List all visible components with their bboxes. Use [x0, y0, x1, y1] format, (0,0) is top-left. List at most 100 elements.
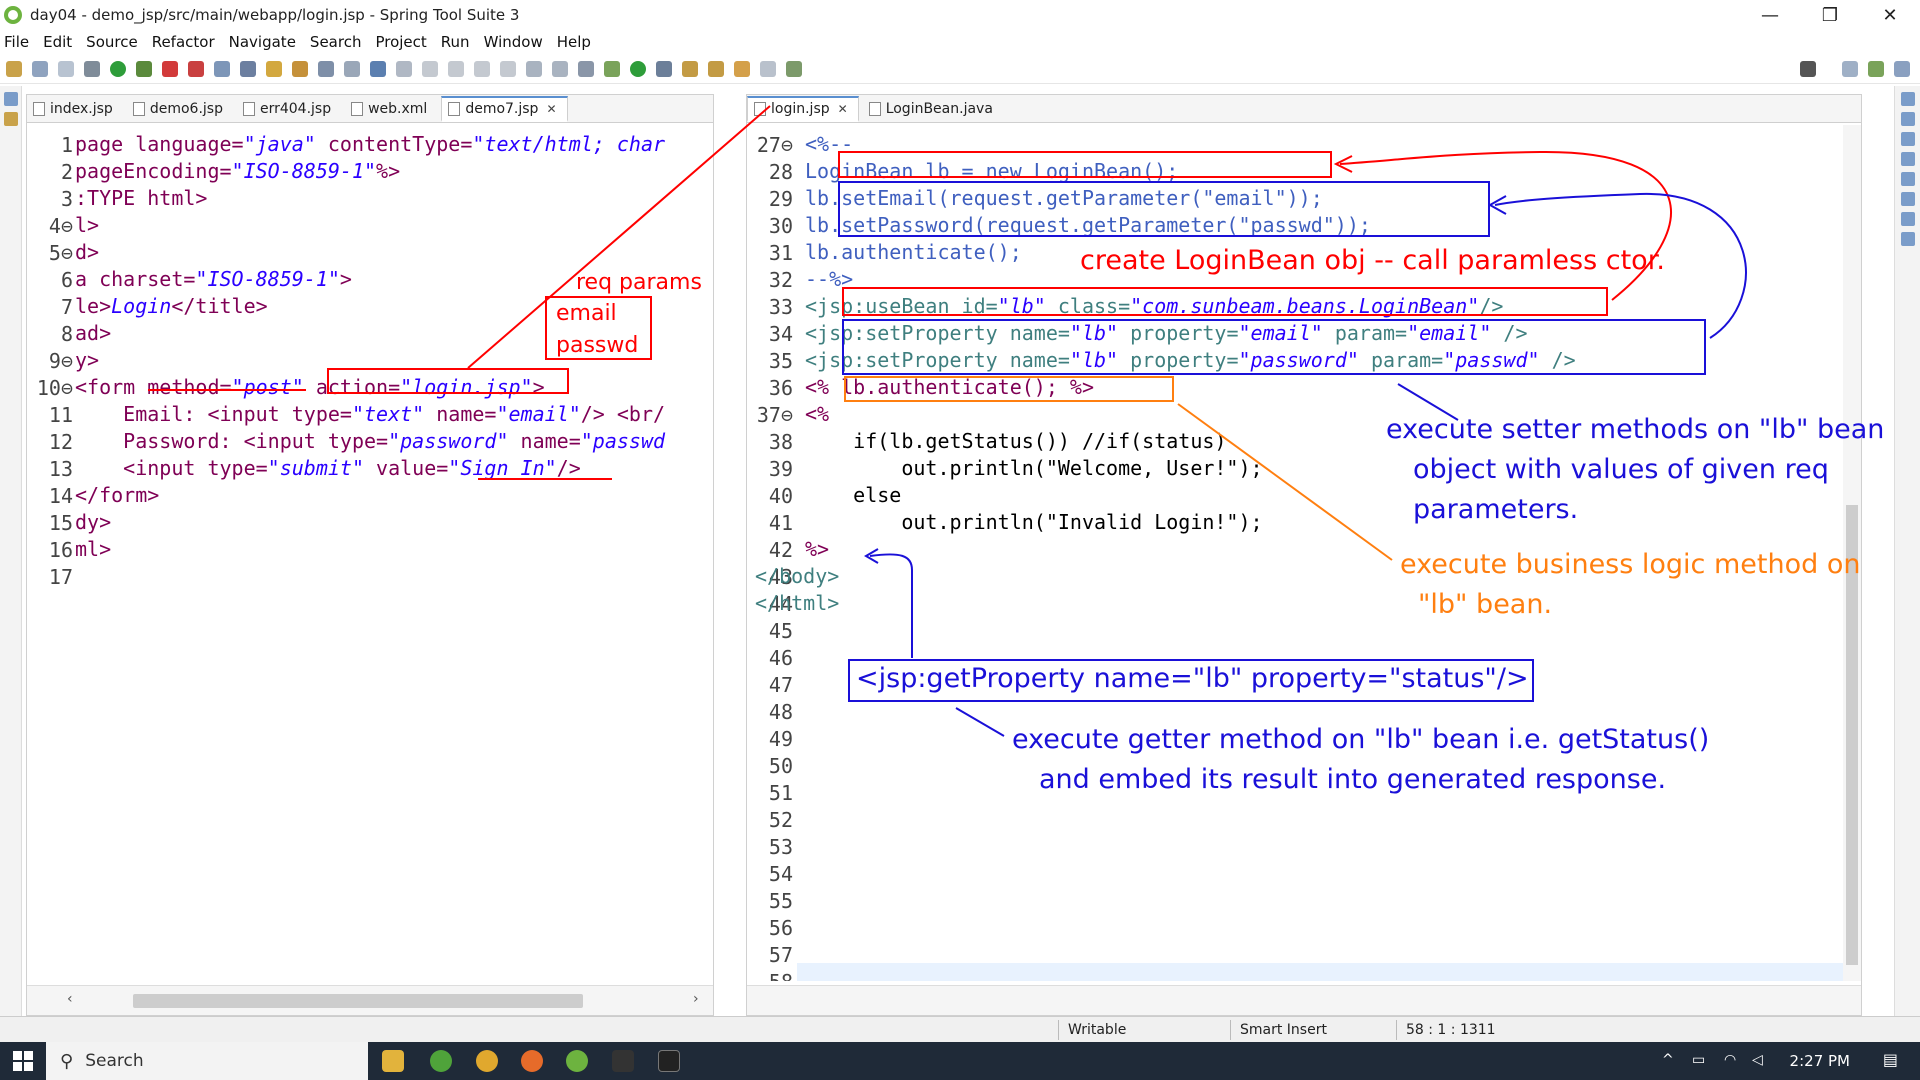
firefox-icon[interactable] [521, 1050, 543, 1072]
minimize-button[interactable]: — [1740, 0, 1800, 30]
line-number: 36 [768, 376, 793, 400]
step-icon[interactable] [422, 60, 438, 77]
settings-icon[interactable] [84, 60, 100, 77]
spring-tool-suite-taskbar-icon[interactable] [566, 1050, 588, 1072]
menu-edit[interactable]: Edit [43, 33, 72, 51]
java-ee-perspective-icon[interactable] [1868, 61, 1884, 77]
close-tab-icon[interactable]: ✕ [838, 102, 848, 116]
spring-icon[interactable] [604, 60, 620, 77]
search-icon[interactable] [1800, 61, 1816, 77]
status-bar: Writable Smart Insert 58 : 1 : 1311 [0, 1016, 1920, 1042]
menu-source[interactable]: Source [86, 33, 138, 51]
server-icon[interactable] [188, 60, 204, 77]
chrome-icon[interactable] [476, 1050, 498, 1072]
console-icon[interactable] [1900, 152, 1915, 166]
prev-annotation-icon[interactable] [708, 60, 724, 77]
search-tool-icon[interactable] [318, 60, 334, 77]
tab-web-xml[interactable]: web.xml [345, 96, 437, 122]
chevron-up-icon[interactable]: ^ [1662, 1052, 1674, 1068]
menu-help[interactable]: Help [557, 33, 591, 51]
tab-err404-jsp[interactable]: err404.jsp [237, 96, 341, 122]
disconnect-icon[interactable] [500, 60, 516, 77]
globe-icon[interactable] [344, 60, 360, 77]
file-explorer-icon[interactable] [382, 1050, 404, 1072]
task-list-icon[interactable] [1900, 112, 1915, 126]
stop-icon[interactable] [162, 60, 178, 77]
terminal-icon[interactable] [370, 60, 386, 77]
boot-dashboard-icon[interactable] [214, 60, 230, 77]
servers-icon[interactable] [1900, 192, 1915, 206]
package-explorer-icon[interactable] [3, 112, 18, 126]
left-horizontal-scrollbar[interactable]: ‹ › [27, 985, 713, 1015]
new-icon[interactable] [6, 60, 22, 77]
outline-icon[interactable] [1900, 92, 1915, 106]
start-button[interactable] [0, 1042, 46, 1080]
close-button[interactable]: ✕ [1860, 0, 1920, 30]
clock[interactable]: 2:27 PM [1790, 1052, 1850, 1070]
scroll-thumb[interactable] [133, 994, 583, 1008]
annotation-create-bean: create LoginBean obj -- call paramless c… [1080, 245, 1665, 276]
resume-icon[interactable] [448, 60, 464, 77]
tab-demo6-jsp[interactable]: demo6.jsp [127, 96, 233, 122]
scroll-right-icon[interactable]: › [693, 991, 699, 1007]
right-horizontal-scrollbar[interactable] [747, 985, 1861, 1015]
step-into-icon[interactable] [526, 60, 542, 77]
menu-project[interactable]: Project [375, 33, 426, 51]
step-over-icon[interactable] [552, 60, 568, 77]
left-code-editor[interactable]: 1 2 3 4⊖ 5⊖ 6 7 8 9⊖ 10⊖ 11 12 13 14 15 16 17 page langu… [27, 125, 713, 981]
save-icon[interactable] [32, 60, 48, 77]
menu-file[interactable]: File [4, 33, 29, 51]
wifi-icon[interactable]: ◠ [1724, 1052, 1736, 1068]
menu-window[interactable]: Window [484, 33, 543, 51]
problems-icon[interactable] [1900, 132, 1915, 146]
code-line: l> [75, 213, 100, 237]
tab-login-jsp[interactable]: login.jsp ✕ [747, 96, 859, 122]
cmd-icon[interactable] [658, 1050, 680, 1072]
perspective-icon[interactable] [1842, 61, 1858, 77]
annotation-getter-line1: execute getter method on "lb" bean i.e. … [1012, 724, 1710, 755]
taskbar-search[interactable]: ⚲ Search [46, 1042, 368, 1080]
sts-icon[interactable] [430, 1050, 452, 1072]
new-class-icon[interactable] [240, 60, 256, 77]
spring-perspective-icon[interactable] [1894, 61, 1910, 77]
menu-run[interactable]: Run [441, 33, 470, 51]
menu-search[interactable]: Search [310, 33, 362, 51]
properties-icon[interactable] [1900, 172, 1915, 186]
notifications-icon[interactable]: ▤ [1883, 1050, 1898, 1069]
terminal-app-icon[interactable] [612, 1050, 634, 1072]
pause-icon[interactable] [474, 60, 490, 77]
open-folder-icon[interactable] [266, 60, 282, 77]
menu-refactor[interactable]: Refactor [152, 33, 215, 51]
progress-icon[interactable] [1900, 232, 1915, 246]
markers-icon[interactable] [1900, 212, 1915, 226]
open-type-icon[interactable] [292, 60, 308, 77]
skip-icon[interactable] [396, 60, 412, 77]
battery-icon[interactable]: ▭ [1692, 1052, 1705, 1068]
jsp-file-icon [242, 102, 255, 116]
refresh-icon[interactable] [630, 60, 646, 77]
line-number: 51 [768, 781, 793, 805]
spring-tool-suite-icon [4, 6, 22, 24]
toggle-icon[interactable] [578, 60, 594, 77]
run-icon[interactable] [110, 60, 126, 77]
restore-view-icon[interactable] [3, 92, 18, 106]
open-perspective-icon[interactable] [786, 60, 802, 77]
scroll-left-icon[interactable]: ‹ [67, 991, 73, 1007]
menu-navigate[interactable]: Navigate [229, 33, 296, 51]
tab-loginbean-java[interactable]: LoginBean.java [863, 96, 1003, 122]
restore-button[interactable]: ❐ [1800, 0, 1860, 30]
forward-icon[interactable] [760, 60, 776, 77]
pin-icon[interactable] [656, 60, 672, 77]
code-line: <input type="submit" value="Sign In"/> [75, 456, 581, 480]
tab-index-jsp[interactable]: index.jsp [27, 96, 123, 122]
tab-label: demo6.jsp [149, 101, 223, 117]
next-annotation-icon[interactable] [682, 60, 698, 77]
annotation-setter-line1: execute setter methods on "lb" bean [1386, 414, 1885, 445]
annotation-req-params: req params [576, 270, 702, 295]
close-tab-icon[interactable]: ✕ [546, 102, 556, 116]
save-all-icon[interactable] [58, 60, 74, 77]
volume-icon[interactable]: ◁ [1752, 1052, 1763, 1068]
tab-demo7-jsp[interactable]: demo7.jsp ✕ [441, 96, 568, 122]
debug-icon[interactable] [136, 60, 152, 77]
back-icon[interactable] [734, 60, 750, 77]
